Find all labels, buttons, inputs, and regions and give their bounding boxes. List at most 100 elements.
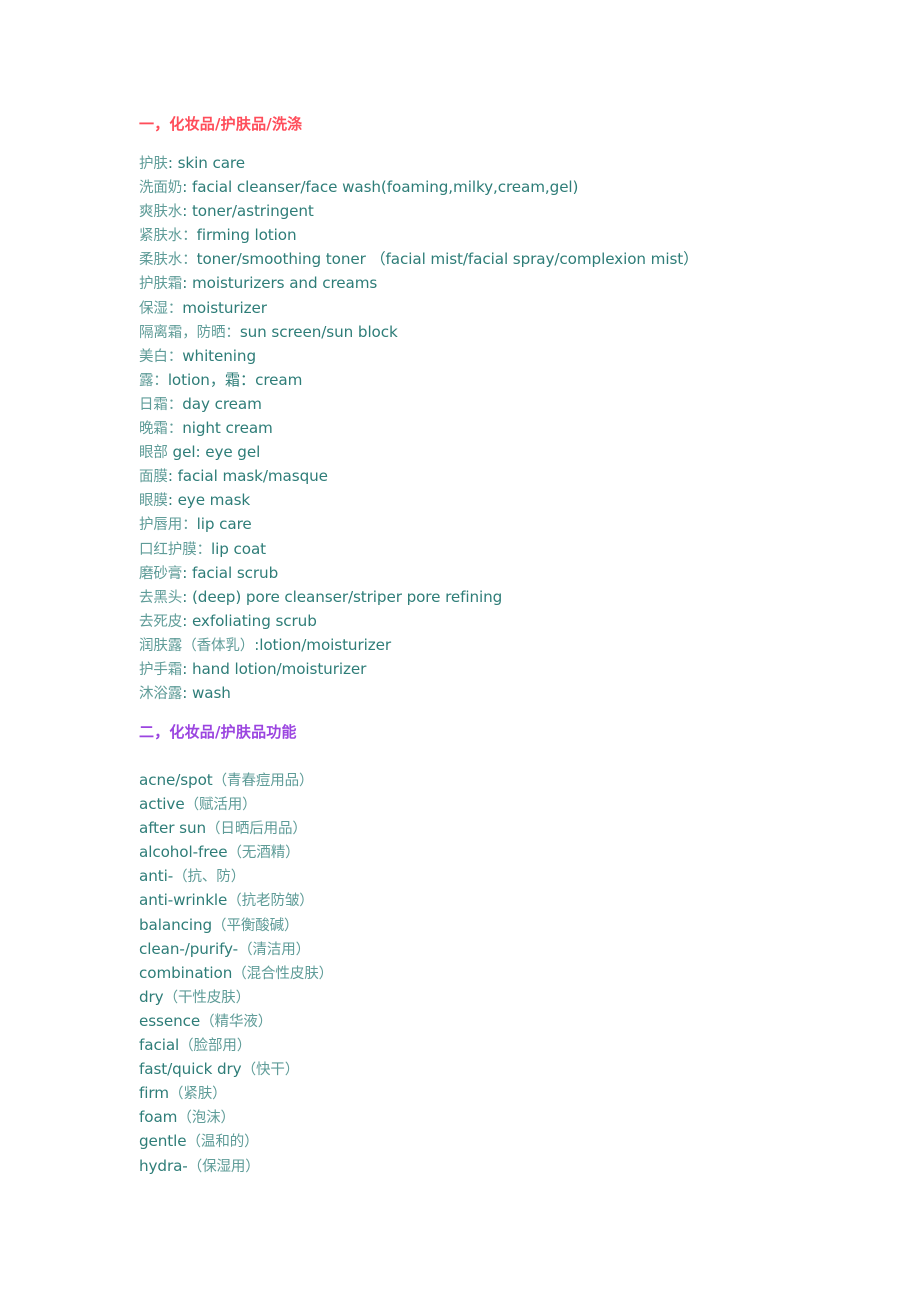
term-english: anti- — [139, 867, 174, 886]
term-separator: : — [182, 178, 192, 197]
term-english: lotion，霜：cream — [167, 370, 303, 389]
term-chinese: 去黑头 — [139, 589, 183, 606]
section-heading-cosmetics-functions: 二，化妆品/护肤品功能 — [139, 723, 297, 741]
term-english: (deep) pore cleanser/striper pore refini… — [191, 587, 503, 606]
term-english: lip care — [196, 515, 252, 534]
list-item: 润肤露（香体乳）:lotion/moisturizer — [139, 633, 698, 657]
term-chinese: （脸部用） — [179, 1038, 252, 1055]
list-item: dry（干性皮肤） — [139, 985, 333, 1009]
term-separator: : — [182, 684, 192, 703]
term-english: gentle — [139, 1132, 187, 1151]
term-separator: : — [167, 154, 178, 172]
term-english: combination — [139, 963, 233, 982]
term-chinese: 爽肤水 — [139, 204, 183, 221]
term-separator: : — [182, 563, 192, 582]
list-item: fast/quick dry（快干） — [139, 1057, 333, 1081]
term-chinese: 洗面奶 — [139, 180, 183, 197]
term-chinese: 日霜 — [139, 396, 168, 413]
term-chinese: （干性皮肤） — [163, 989, 251, 1006]
term-chinese: 护唇用 — [139, 517, 183, 534]
list-item: 磨砂膏: facial scrub — [139, 561, 698, 585]
term-english: hand lotion/moisturizer — [191, 659, 367, 678]
list-item: 去死皮: exfoliating scrub — [139, 609, 698, 633]
list-item: active（赋活用） — [139, 792, 333, 816]
term-separator: ： — [196, 541, 212, 558]
list-item: anti-（抗、防） — [139, 864, 333, 888]
term-separator: ： — [182, 228, 197, 245]
term-english: exfoliating scrub — [191, 611, 317, 630]
list-item: after sun（日晒后用品） — [139, 816, 333, 840]
term-chinese: 沐浴露 — [139, 686, 183, 703]
term-chinese: 面膜 — [139, 469, 168, 486]
term-english: dry — [139, 987, 164, 1006]
term-chinese: （混合性皮肤） — [232, 965, 334, 982]
term-chinese: （紧肤） — [168, 1086, 227, 1103]
term-chinese: （抗、防） — [173, 869, 246, 886]
list-item: 眼膜: eye mask — [139, 488, 698, 512]
list-item: 露：lotion，霜：cream — [139, 368, 698, 392]
term-english: clean-/purify- — [139, 939, 239, 958]
list-item: acne/spot（青春痘用品） — [139, 768, 333, 792]
term-english: eye mask — [177, 491, 251, 510]
term-chinese: （清洁用） — [238, 941, 311, 958]
term-english: foam — [139, 1108, 178, 1127]
list-item: gentle（温和的） — [139, 1129, 333, 1153]
list-item: 护肤: skin care — [139, 151, 698, 175]
term-separator: ： — [167, 300, 183, 317]
term-english: lotion/moisturizer — [259, 635, 391, 654]
list-item: 日霜：day cream — [139, 392, 698, 416]
list-item: 柔肤水：toner/smoothing toner （facial mist/f… — [139, 247, 698, 271]
skincare-terms-list: 护肤: skin care 洗面奶: facial cleanser/face … — [139, 151, 698, 705]
term-english: firm — [139, 1084, 169, 1103]
function-terms-list: acne/spot（青春痘用品） active（赋活用） after sun（日… — [139, 768, 333, 1178]
term-chinese: 隔离霜，防晒 — [139, 324, 226, 341]
list-item: 美白：whitening — [139, 344, 698, 368]
term-separator: ： — [182, 517, 197, 534]
term-english: acne/spot — [139, 771, 213, 789]
term-separator: ： — [167, 396, 183, 413]
list-item: firm（紧肤） — [139, 1081, 333, 1105]
list-item: 眼部 gel: eye gel — [139, 440, 698, 464]
term-chinese: （青春痘用品） — [212, 773, 314, 789]
term-english: facial mask/masque — [177, 467, 328, 486]
term-english: gel: eye gel — [172, 443, 261, 462]
term-english: skin care — [177, 154, 246, 172]
term-separator: ： — [167, 421, 183, 438]
term-english: night cream — [182, 419, 273, 438]
term-english: toner/smoothing toner （facial mist/facia… — [196, 250, 699, 269]
term-english: facial — [139, 1036, 180, 1055]
term-chinese: 护肤 — [139, 156, 168, 172]
list-item: 去黑头: (deep) pore cleanser/striper pore r… — [139, 585, 698, 609]
term-separator: : — [182, 659, 192, 678]
term-chinese: 护肤霜 — [139, 276, 183, 293]
list-item: hydra-（保湿用） — [139, 1154, 333, 1178]
term-chinese: （快干） — [241, 1062, 300, 1079]
term-chinese: （平衡酸碱） — [212, 917, 299, 934]
term-english: lip coat — [211, 539, 267, 558]
list-item: 洗面奶: facial cleanser/face wash(foaming,m… — [139, 175, 698, 199]
term-chinese: 保湿 — [139, 300, 168, 317]
term-chinese: 去死皮 — [139, 613, 183, 630]
list-item: 护手霜: hand lotion/moisturizer — [139, 657, 698, 681]
term-chinese: （日晒后用品） — [206, 821, 307, 838]
term-english: moisturizer — [182, 298, 267, 317]
term-chinese: （精华液） — [200, 1013, 273, 1030]
term-english: after sun — [139, 819, 207, 838]
list-item: 隔离霜，防晒：sun screen/sun block — [139, 320, 698, 344]
list-item: foam（泡沫） — [139, 1105, 333, 1129]
term-chinese: 磨砂膏 — [139, 565, 183, 582]
term-separator: ： — [153, 372, 168, 389]
term-english: day cream — [182, 394, 262, 413]
list-item: 面膜: facial mask/masque — [139, 464, 698, 488]
term-chinese: 眼膜 — [139, 493, 168, 510]
term-separator: : — [167, 467, 178, 486]
term-english: moisturizers and creams — [191, 274, 378, 293]
term-separator: : — [167, 491, 178, 510]
term-english: anti-wrinkle — [139, 891, 228, 910]
term-english: whitening — [182, 346, 256, 365]
term-english: alcohol-free — [139, 843, 228, 862]
term-english: wash — [191, 684, 231, 703]
term-english: fast/quick dry — [139, 1060, 242, 1079]
section-heading-cosmetics-skincare-washing: 一，化妆品/护肤品/洗涤 — [139, 115, 303, 133]
list-item: clean-/purify-（清洁用） — [139, 937, 333, 961]
